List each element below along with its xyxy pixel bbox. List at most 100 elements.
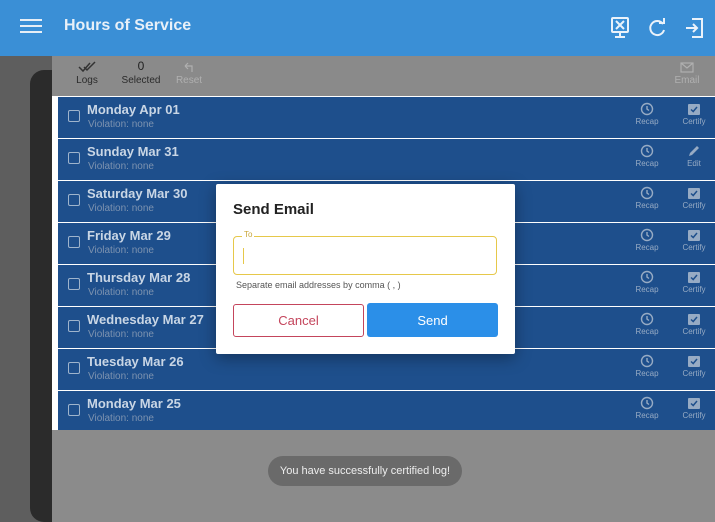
recap-label: Recap — [635, 285, 659, 294]
edit-icon — [689, 146, 699, 156]
refresh-icon[interactable] — [643, 14, 671, 42]
log-row[interactable]: Sunday Mar 31 Violation: none Recap Edit — [58, 139, 715, 180]
log-violation: Violation: none — [88, 119, 154, 130]
log-violation: Violation: none — [88, 287, 154, 298]
row-checkbox[interactable] — [68, 110, 80, 122]
recap-label: Recap — [635, 117, 659, 126]
recap-button[interactable]: Recap — [629, 186, 665, 210]
mail-icon — [680, 62, 694, 73]
certify-icon — [688, 230, 700, 241]
toast-message: You have successfully certified log! — [268, 456, 462, 486]
logs-action[interactable]: Logs — [72, 59, 102, 86]
certify-button[interactable]: Certify — [676, 228, 712, 252]
text-caret — [243, 248, 244, 264]
certify-label: Certify — [682, 117, 706, 126]
selected-label: Selected — [121, 75, 161, 86]
app-bar: Hours of Service — [0, 0, 715, 56]
row-checkbox[interactable] — [68, 152, 80, 164]
email-label: Email — [674, 75, 700, 86]
recap-button[interactable]: Recap — [629, 354, 665, 378]
email-action[interactable]: Email — [669, 59, 705, 86]
certify-label: Certify — [682, 201, 706, 210]
to-field[interactable]: To — [233, 230, 497, 275]
history-icon — [640, 396, 654, 410]
recap-label: Recap — [635, 369, 659, 378]
log-day: Monday Mar 25 — [87, 396, 181, 411]
selection-toolbar: Logs 0 Selected Reset Email — [52, 56, 715, 96]
to-input[interactable] — [246, 246, 486, 266]
certify-label: Certify — [682, 411, 706, 420]
history-icon — [640, 102, 654, 116]
certify-button[interactable]: Certify — [676, 312, 712, 336]
row-checkbox[interactable] — [68, 320, 80, 332]
certify-button[interactable]: Certify — [676, 186, 712, 210]
log-row[interactable]: Monday Mar 25 Violation: none Recap Cert… — [58, 391, 715, 432]
recap-button[interactable]: Recap — [629, 270, 665, 294]
certify-icon — [688, 104, 700, 115]
certify-label: Certify — [682, 369, 706, 378]
log-day: Saturday Mar 30 — [87, 186, 188, 201]
log-day: Monday Apr 01 — [87, 102, 180, 117]
history-icon — [640, 312, 654, 326]
certify-button[interactable]: Certify — [676, 270, 712, 294]
log-row[interactable]: Monday Apr 01 Violation: none Recap Cert… — [58, 97, 715, 138]
log-row[interactable]: Tuesday Mar 26 Violation: none Recap Cer… — [58, 349, 715, 390]
history-icon — [640, 354, 654, 368]
history-icon — [640, 186, 654, 200]
row-checkbox[interactable] — [68, 194, 80, 206]
log-violation: Violation: none — [88, 413, 154, 424]
logs-label: Logs — [76, 75, 98, 86]
cancel-button[interactable]: Cancel — [233, 304, 364, 337]
history-icon — [640, 144, 654, 158]
recap-label: Recap — [635, 243, 659, 252]
dot-export-icon[interactable] — [606, 14, 634, 42]
certify-button[interactable]: Certify — [676, 102, 712, 126]
row-checkbox[interactable] — [68, 362, 80, 374]
certify-icon — [688, 314, 700, 325]
certify-icon — [688, 398, 700, 409]
send-button[interactable]: Send — [367, 303, 498, 337]
row-checkbox[interactable] — [68, 278, 80, 290]
to-field-label: To — [242, 230, 255, 239]
log-day: Thursday Mar 28 — [87, 270, 191, 285]
recap-label: Recap — [635, 411, 659, 420]
log-violation: Violation: none — [88, 371, 154, 382]
row-checkbox[interactable] — [68, 236, 80, 248]
certify-button[interactable]: Certify — [676, 396, 712, 420]
reset-icon — [184, 62, 193, 72]
recap-button[interactable]: Recap — [629, 102, 665, 126]
recap-button[interactable]: Recap — [629, 228, 665, 252]
email-hint: Separate email addresses by comma ( , ) — [236, 280, 401, 290]
recap-label: Recap — [635, 327, 659, 336]
certify-label: Certify — [682, 285, 706, 294]
recap-label: Recap — [635, 159, 659, 168]
log-day: Wednesday Mar 27 — [87, 312, 204, 327]
device-frame-edge — [30, 70, 52, 522]
history-icon — [640, 270, 654, 284]
certify-icon — [688, 188, 700, 199]
menu-icon[interactable] — [20, 19, 42, 37]
recap-label: Recap — [635, 201, 659, 210]
reset-action[interactable]: Reset — [174, 59, 204, 86]
log-day: Tuesday Mar 26 — [87, 354, 184, 369]
logout-icon[interactable] — [680, 14, 708, 42]
app-title: Hours of Service — [64, 17, 192, 34]
certify-label: Certify — [682, 243, 706, 252]
send-email-dialog: Send Email To Separate email addresses b… — [216, 184, 515, 354]
row-checkbox[interactable] — [68, 404, 80, 416]
certify-label: Certify — [682, 327, 706, 336]
double-check-icon — [78, 61, 96, 73]
recap-button[interactable]: Recap — [629, 144, 665, 168]
log-violation: Violation: none — [88, 161, 154, 172]
log-day: Friday Mar 29 — [87, 228, 171, 243]
reset-label: Reset — [175, 75, 203, 86]
log-violation: Violation: none — [88, 329, 154, 340]
recap-button[interactable]: Recap — [629, 396, 665, 420]
certify-icon — [688, 356, 700, 367]
certify-icon — [688, 272, 700, 283]
log-violation: Violation: none — [88, 245, 154, 256]
edit-label: Edit — [687, 159, 701, 168]
recap-button[interactable]: Recap — [629, 312, 665, 336]
edit-button[interactable]: Edit — [676, 144, 712, 168]
certify-button[interactable]: Certify — [676, 354, 712, 378]
